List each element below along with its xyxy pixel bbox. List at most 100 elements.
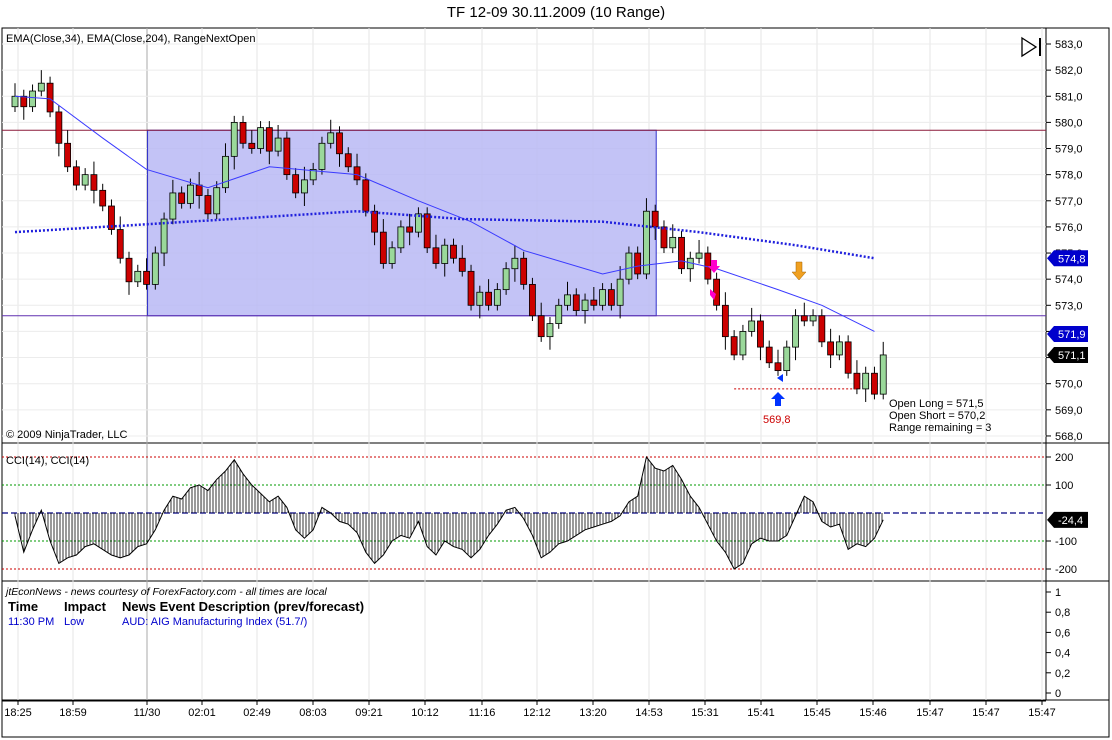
cci-tick-label: -200 xyxy=(1055,564,1077,576)
candle xyxy=(423,207,431,254)
x-tick-label: 13:20 xyxy=(579,707,607,719)
candle xyxy=(64,130,72,173)
news-tick-label: 0,8 xyxy=(1055,607,1070,619)
candle-down xyxy=(458,257,466,272)
price-tick-label: 581,0 xyxy=(1055,91,1083,103)
candle-up xyxy=(327,132,335,144)
candle xyxy=(257,121,264,154)
candle-up xyxy=(37,82,45,92)
candle-up xyxy=(169,192,177,220)
candle xyxy=(757,314,764,361)
x-tick-label: 15:41 xyxy=(747,707,775,719)
copyright-label: © 2009 NinjaTrader, LLC xyxy=(6,429,127,441)
candle xyxy=(827,328,835,369)
x-tick-label: 02:01 xyxy=(188,707,216,719)
candle xyxy=(108,199,115,235)
candle-up xyxy=(476,291,484,306)
candle xyxy=(871,366,878,400)
candle-down xyxy=(195,184,203,196)
candle-up xyxy=(81,174,89,186)
x-tick-label: 09:21 xyxy=(355,707,383,719)
cci-tick-label: 200 xyxy=(1055,452,1073,464)
candle-down xyxy=(423,213,431,249)
candle-up xyxy=(151,252,159,285)
candle-up xyxy=(669,236,677,249)
price-tag-label: 571,1 xyxy=(1058,350,1086,362)
price-tick-label: 578,0 xyxy=(1055,170,1083,182)
candle xyxy=(686,251,694,282)
candle xyxy=(800,302,808,327)
x-tick-label: 11:16 xyxy=(469,707,496,719)
candle xyxy=(151,246,159,290)
candle xyxy=(11,83,19,112)
play-to-end-button[interactable] xyxy=(1021,36,1041,58)
candle-down xyxy=(660,226,668,249)
candle xyxy=(713,272,720,311)
candle xyxy=(81,168,89,191)
candle xyxy=(20,89,28,120)
news-tick-label: 0 xyxy=(1055,688,1061,700)
candle-down xyxy=(178,192,186,204)
x-tick-label: 15:45 xyxy=(803,707,831,719)
x-tick-label: 15:47 xyxy=(1028,707,1056,719)
price-tick-label: 570,0 xyxy=(1055,379,1083,391)
candle-down xyxy=(450,244,457,259)
candle xyxy=(748,307,756,337)
candle-down xyxy=(827,341,835,356)
candle-down xyxy=(292,174,300,194)
candle-down xyxy=(529,283,536,317)
candle-up xyxy=(546,323,554,338)
candle xyxy=(774,349,782,376)
cci-tick-label: 100 xyxy=(1055,480,1073,492)
candle xyxy=(660,220,668,254)
price-tick-label: 583,0 xyxy=(1055,39,1083,51)
candle-down xyxy=(520,257,528,285)
candle-up xyxy=(230,121,238,157)
candle xyxy=(844,335,852,379)
candle xyxy=(125,251,133,295)
x-tick-label: 02:49 xyxy=(243,707,271,719)
x-tick-label: 15:46 xyxy=(859,707,887,719)
x-tick-label: 10:12 xyxy=(411,707,439,719)
candle xyxy=(90,161,98,204)
candle-down xyxy=(90,174,98,191)
candle-up xyxy=(835,341,843,356)
news-header: jtEconNews - news courtesy of ForexFacto… xyxy=(4,586,327,598)
candle xyxy=(239,115,247,149)
x-tick-label: 14:53 xyxy=(635,707,663,719)
cci-label: CCI(14), CCI(14) xyxy=(6,455,89,467)
candle-down xyxy=(678,236,685,270)
candle xyxy=(879,341,887,400)
candle-down xyxy=(362,179,370,212)
candle-down xyxy=(55,111,63,144)
candle-up xyxy=(511,257,519,270)
x-tick-label: 15:47 xyxy=(972,707,1000,719)
candle-down xyxy=(64,142,72,168)
candle-up xyxy=(29,90,36,108)
price-tick-label: 574,0 xyxy=(1055,274,1083,286)
news-tick-label: 0,2 xyxy=(1055,668,1070,680)
candle-up xyxy=(809,315,817,322)
chart-canvas[interactable]: 569,8 EMA(Close,34), EMA(Close,204), Rang… xyxy=(0,0,1112,740)
candle-down xyxy=(248,142,256,149)
candle xyxy=(721,292,729,350)
news-tick-label: 0,4 xyxy=(1055,648,1070,660)
candle xyxy=(730,330,738,361)
candle-up xyxy=(739,331,747,356)
candle xyxy=(862,366,870,402)
candle xyxy=(704,246,712,285)
candle-down xyxy=(537,315,545,338)
x-tick-label: 11/30 xyxy=(134,707,161,719)
candle xyxy=(283,131,291,180)
candle-down xyxy=(371,210,378,233)
candle-up xyxy=(388,247,396,264)
candle-up xyxy=(11,95,19,108)
x-tick-label: 15:47 xyxy=(916,707,944,719)
price-tick-label: 577,0 xyxy=(1055,196,1083,208)
candle-down xyxy=(467,270,475,306)
candle-down xyxy=(432,247,440,264)
news-column-header: Time xyxy=(8,599,38,614)
candle-up xyxy=(581,299,589,311)
news-cell-time: 11:30 PM xyxy=(8,616,54,628)
price-tick-label: 579,0 xyxy=(1055,144,1083,156)
